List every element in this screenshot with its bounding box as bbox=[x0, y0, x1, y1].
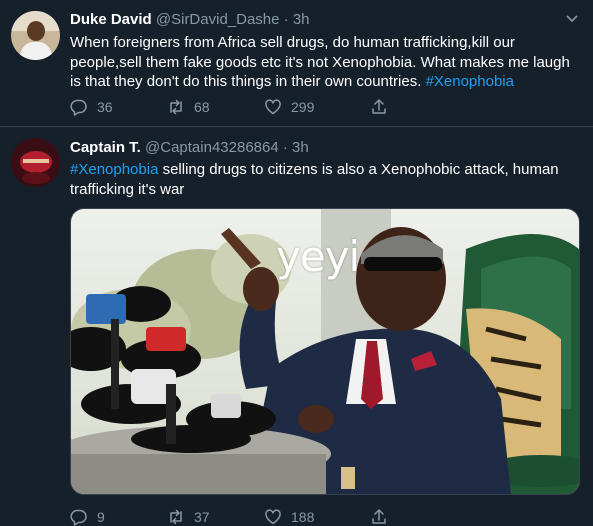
separator: · bbox=[279, 11, 293, 28]
avatar[interactable] bbox=[11, 138, 60, 187]
tweet[interactable]: Captain T. @Captain43286864 · 3h #Xenoph… bbox=[0, 128, 593, 526]
retweet-button[interactable]: 68 bbox=[167, 98, 264, 116]
tweet-header: Duke David @SirDavid_Dashe · 3h bbox=[70, 11, 310, 28]
like-button[interactable]: 188 bbox=[264, 508, 370, 526]
tweet[interactable]: Duke David @SirDavid_Dashe · 3h When for… bbox=[0, 0, 593, 127]
like-icon bbox=[265, 509, 281, 525]
reply-count: 36 bbox=[97, 99, 113, 115]
handle[interactable]: @Captain43286864 bbox=[145, 139, 279, 156]
share-button[interactable] bbox=[370, 508, 388, 526]
retweet-icon bbox=[170, 99, 182, 115]
retweet-button[interactable]: 37 bbox=[167, 508, 264, 526]
tweet-header: Captain T. @Captain43286864 · 3h bbox=[70, 139, 309, 156]
retweet-icon bbox=[170, 509, 182, 525]
share-icon bbox=[372, 509, 386, 524]
hashtag-link[interactable]: #Xenophobia bbox=[70, 161, 158, 178]
like-count: 299 bbox=[291, 99, 315, 115]
timestamp[interactable]: 3h bbox=[292, 139, 309, 156]
reply-button[interactable]: 36 bbox=[70, 98, 167, 116]
reply-icon bbox=[70, 99, 87, 116]
tweet-actions: 36 68 299 bbox=[70, 98, 388, 116]
tweet-text: When foreigners from Africa sell drugs, … bbox=[70, 33, 580, 92]
media-caption-text: yeyi bbox=[276, 232, 360, 281]
handle[interactable]: @SirDavid_Dashe bbox=[156, 11, 280, 28]
chevron-down-icon[interactable] bbox=[565, 12, 579, 26]
like-button[interactable]: 299 bbox=[264, 98, 370, 116]
avatar[interactable] bbox=[11, 11, 60, 60]
retweet-count: 68 bbox=[194, 99, 210, 115]
display-name[interactable]: Captain T. bbox=[70, 139, 141, 156]
display-name[interactable]: Duke David bbox=[70, 11, 152, 28]
share-icon bbox=[372, 99, 386, 114]
share-button[interactable] bbox=[370, 98, 388, 116]
tweet-text: #Xenophobia selling drugs to citizens is… bbox=[70, 160, 580, 199]
reply-button[interactable]: 9 bbox=[70, 508, 167, 526]
reply-icon bbox=[70, 509, 87, 526]
tweet-actions: 9 37 188 bbox=[70, 508, 388, 526]
like-icon bbox=[265, 99, 281, 115]
timestamp[interactable]: 3h bbox=[293, 11, 310, 28]
hashtag-link[interactable]: #Xenophobia bbox=[426, 73, 514, 90]
separator: · bbox=[278, 139, 293, 156]
